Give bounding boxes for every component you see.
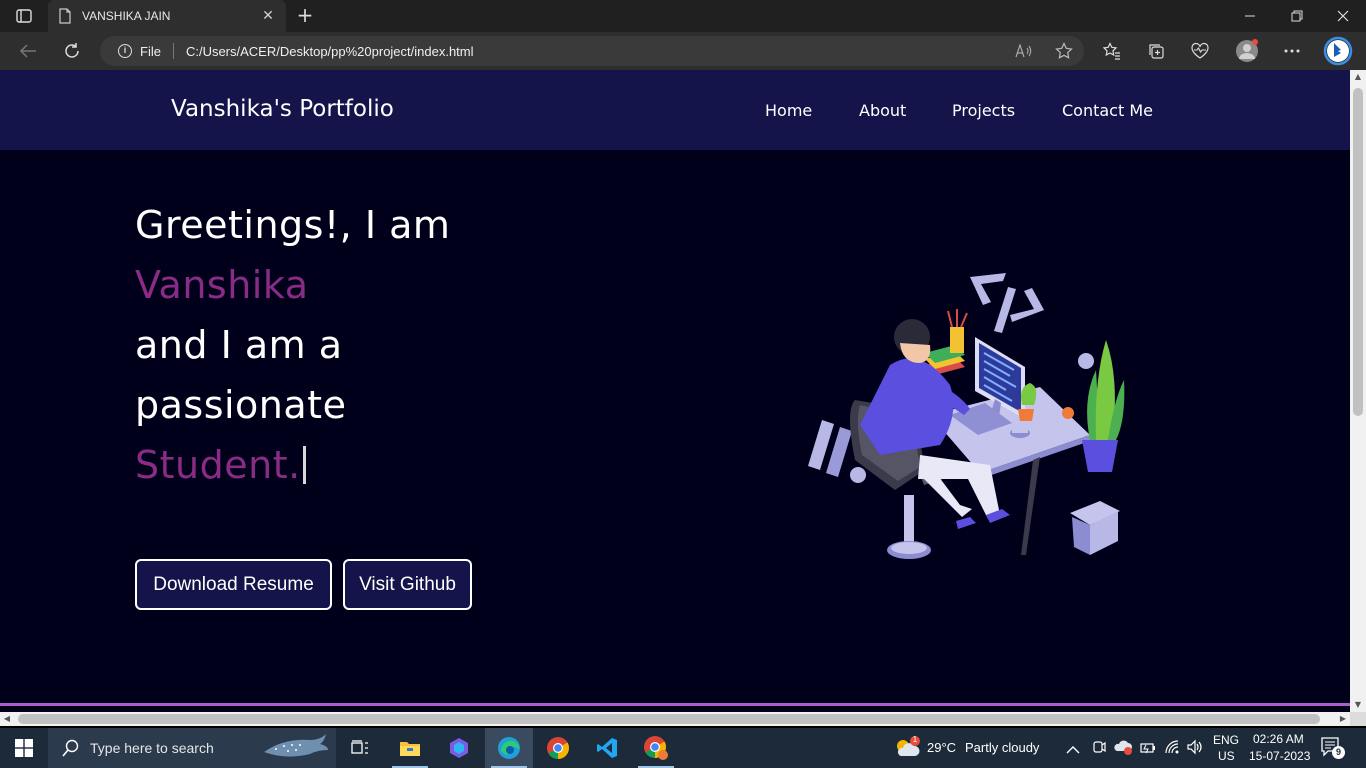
weather-badge: 1 xyxy=(912,735,918,744)
address-separator xyxy=(172,43,174,59)
hero-line-3: and I am a xyxy=(135,323,343,367)
edge-browser-icon[interactable] xyxy=(485,728,533,768)
onedrive-icon[interactable] xyxy=(1114,739,1134,759)
more-options-icon[interactable] xyxy=(1280,40,1304,62)
input-language[interactable]: ENG xyxy=(1213,733,1239,747)
taskbar-search[interactable]: Type here to search xyxy=(48,728,336,768)
site-navbar: Vanshika's Portfolio Home About Projects… xyxy=(0,70,1350,150)
search-icon xyxy=(62,739,79,757)
browser-toolbar: i File C:/Users/ACER/Desktop/pp%20projec… xyxy=(0,32,1366,70)
site-brand[interactable]: Vanshika's Portfolio xyxy=(171,96,394,122)
site-info-icon[interactable]: i xyxy=(118,44,132,58)
vscode-icon[interactable] xyxy=(583,728,631,768)
scroll-left-icon[interactable]: ◀ xyxy=(0,712,14,726)
wifi-icon[interactable] xyxy=(1164,739,1180,759)
collections-icon[interactable] xyxy=(1144,40,1168,62)
hero-name: Vanshika xyxy=(135,263,309,307)
close-window-button[interactable] xyxy=(1320,0,1366,32)
task-view-icon[interactable] xyxy=(336,728,384,768)
favorites-icon[interactable] xyxy=(1100,40,1124,62)
back-button[interactable] xyxy=(14,38,42,64)
address-scheme: File xyxy=(140,43,161,59)
copilot-app-icon[interactable] xyxy=(435,728,483,768)
download-resume-button[interactable]: Download Resume xyxy=(135,559,332,610)
favorite-star-icon[interactable] xyxy=(1044,38,1084,64)
search-placeholder: Type here to search xyxy=(90,740,214,756)
browser-essentials-icon[interactable] xyxy=(1188,40,1212,62)
chrome-profile-icon[interactable] xyxy=(632,728,680,768)
hero-role: Student. xyxy=(135,443,301,487)
nav-link-home[interactable]: Home xyxy=(765,101,812,120)
horizontal-scroll-thumb[interactable] xyxy=(18,714,1320,724)
page-viewport: Vanshika's Portfolio Home About Projects… xyxy=(0,70,1350,712)
tab-title: VANSHIKA JAIN xyxy=(82,9,171,23)
hero-line-4: passionate xyxy=(135,383,347,427)
browser-tab-bar: VANSHIKA JAIN ✕ + xyxy=(0,0,1366,32)
bing-chat-icon[interactable] xyxy=(1322,36,1354,66)
input-region[interactable]: US xyxy=(1218,749,1235,763)
nav-link-projects[interactable]: Projects xyxy=(952,101,1015,120)
refresh-button[interactable] xyxy=(58,38,86,64)
file-explorer-icon[interactable] xyxy=(386,728,434,768)
visit-github-button[interactable]: Visit Github xyxy=(343,559,472,610)
nav-link-contact[interactable]: Contact Me xyxy=(1062,101,1153,120)
clock-time[interactable]: 02:26 AM xyxy=(1253,732,1304,746)
windows-start-button[interactable] xyxy=(0,728,48,768)
show-hidden-icons-icon[interactable] xyxy=(1066,740,1080,759)
scroll-down-icon[interactable]: ▼ xyxy=(1350,698,1366,712)
document-icon xyxy=(59,8,71,24)
new-tab-button[interactable]: + xyxy=(294,4,316,26)
hero-role-line: Student. xyxy=(135,443,306,487)
battery-icon[interactable] xyxy=(1140,740,1156,759)
whale-shark-icon xyxy=(264,734,328,757)
weather-description[interactable]: Partly cloudy xyxy=(965,740,1039,755)
volume-icon[interactable] xyxy=(1186,739,1204,759)
notification-center-icon[interactable]: 9 xyxy=(1320,736,1348,762)
vertical-scroll-thumb[interactable] xyxy=(1353,88,1363,416)
read-aloud-icon[interactable] xyxy=(1004,38,1044,64)
section-divider xyxy=(0,703,1350,706)
scrollbar-corner xyxy=(1350,712,1366,726)
address-url[interactable]: C:/Users/ACER/Desktop/pp%20project/index… xyxy=(186,44,1004,59)
code-tag-icon xyxy=(970,273,1044,333)
vertical-scrollbar[interactable]: ▲ ▼ xyxy=(1350,70,1366,712)
address-bar[interactable]: i File C:/Users/ACER/Desktop/pp%20projec… xyxy=(100,36,1084,66)
tab-actions-icon[interactable] xyxy=(10,6,38,26)
chrome-icon[interactable] xyxy=(534,728,582,768)
notification-count: 9 xyxy=(1332,746,1345,759)
close-tab-icon[interactable]: ✕ xyxy=(260,8,276,24)
restore-button[interactable] xyxy=(1274,0,1320,32)
typing-cursor xyxy=(302,446,306,484)
scroll-up-icon[interactable]: ▲ xyxy=(1350,70,1366,84)
profile-avatar[interactable] xyxy=(1234,39,1260,62)
meet-now-icon[interactable] xyxy=(1092,739,1106,759)
weather-icon[interactable]: 1 xyxy=(893,734,921,762)
clock-date[interactable]: 15-07-2023 xyxy=(1249,749,1310,763)
scroll-right-icon[interactable]: ▶ xyxy=(1336,712,1350,726)
hero-greeting: Greetings!, I am xyxy=(135,203,451,247)
minimize-button[interactable] xyxy=(1228,0,1274,32)
developer-illustration xyxy=(808,273,1125,559)
browser-tab[interactable]: VANSHIKA JAIN ✕ xyxy=(48,0,286,32)
horizontal-scrollbar[interactable]: ◀ ▶ xyxy=(0,712,1350,726)
nav-link-about[interactable]: About xyxy=(859,101,906,120)
windows-logo-icon xyxy=(15,739,33,757)
weather-temp[interactable]: 29°C xyxy=(927,740,956,755)
windows-taskbar: Type here to search 1 29°C Partly cloudy xyxy=(0,728,1366,768)
